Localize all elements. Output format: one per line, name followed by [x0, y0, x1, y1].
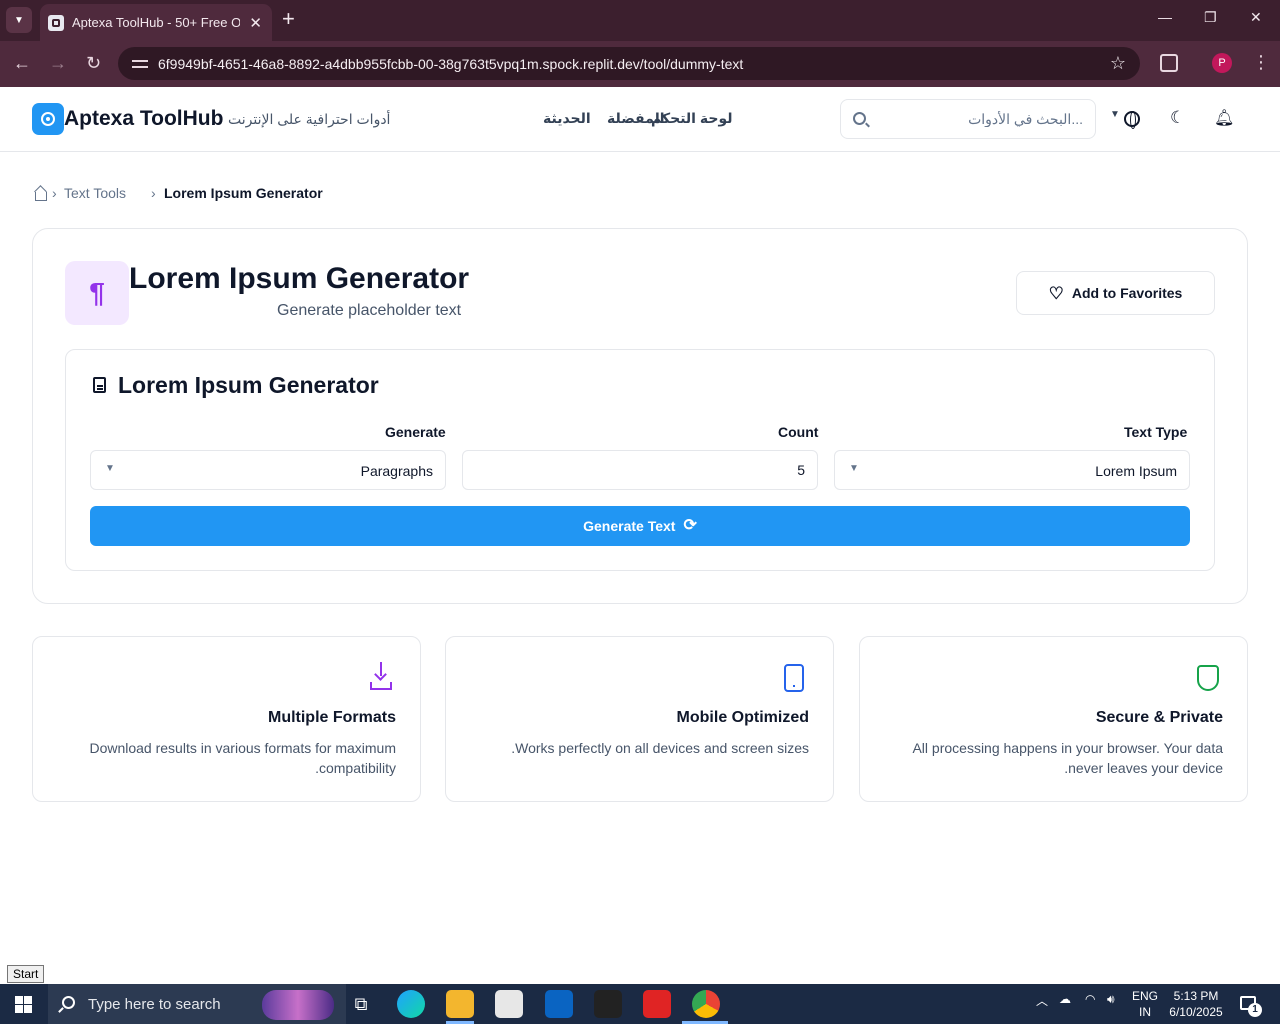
wifi-icon[interactable]: ◠	[1085, 992, 1095, 1006]
count-input[interactable]	[462, 450, 818, 490]
brand-name[interactable]: Aptexa ToolHub	[64, 107, 223, 131]
taskbar-search-text: Type here to search	[88, 996, 221, 1013]
language-indicator[interactable]: ENG IN	[1132, 988, 1158, 1020]
nav-favorites[interactable]: المفضلة	[607, 110, 665, 127]
chrome-icon[interactable]	[692, 990, 720, 1018]
mobile-icon	[779, 663, 809, 693]
profile-avatar[interactable]: P	[1212, 53, 1232, 73]
restore-icon[interactable]: ❐	[1204, 9, 1217, 26]
task-view-icon[interactable]: ⧉	[347, 990, 375, 1018]
volume-icon[interactable]: 🔊︎	[1107, 992, 1115, 1007]
generate-select[interactable]: Paragraphs ▼	[90, 450, 446, 490]
chevron-down-icon: ▼	[105, 463, 115, 474]
text-type-label: Text Type	[1124, 424, 1188, 440]
feature-title: Secure & Private	[1095, 709, 1223, 726]
pdf-icon[interactable]	[643, 990, 671, 1018]
globe-icon[interactable]	[1124, 111, 1140, 129]
refresh-icon: ⟳	[683, 517, 697, 534]
generate-button-label: Generate Text	[583, 518, 676, 534]
browser-toolbar: ← → ↻ 6f9949bf-4651-46a8-8892-a4dbb955fc…	[0, 41, 1280, 87]
breadcrumb-separator-icon: ›	[151, 185, 156, 201]
generate-label: Generate	[385, 424, 446, 440]
heart-icon: ♡	[1048, 283, 1064, 303]
tab-close-icon[interactable]: ✕	[249, 14, 262, 32]
breadcrumb-separator-icon: ›	[52, 185, 57, 201]
notification-badge: 1	[1248, 1003, 1262, 1017]
favorites-label: Add to Favorites	[1071, 285, 1183, 301]
search-icon	[62, 996, 75, 1009]
tab-title: Aptexa ToolHub - 50+ Free Onl	[72, 15, 240, 30]
chevron-down-icon: ▼	[849, 463, 859, 474]
tab-favicon-icon	[48, 14, 64, 31]
url-text[interactable]: 6f9949bf-4651-46a8-8892-a4dbb955fcbb-00-…	[158, 56, 743, 72]
windows-taskbar: Type here to search ⧉ ︿ ☁ ◠ 🔊︎ ENG IN 5:…	[0, 984, 1280, 1024]
browser-menu-icon[interactable]: ⋮	[1252, 52, 1270, 72]
moon-icon[interactable]: ☾	[1170, 108, 1185, 128]
store-icon[interactable]	[495, 990, 523, 1018]
bell-icon[interactable]: 🔔︎	[1214, 108, 1234, 128]
minimize-icon[interactable]: —	[1158, 9, 1172, 25]
text-type-value: Lorem Ipsum	[1095, 463, 1177, 479]
breadcrumb-text-tools[interactable]: Text Tools	[64, 185, 126, 201]
brand-tagline: أدوات احترافية على الإنترنت	[228, 111, 391, 127]
page-title: Lorem Ipsum Generator	[129, 262, 470, 295]
app-header: Aptexa ToolHub أدوات احترافية على الإنتر…	[0, 87, 1280, 152]
show-hidden-icons-icon[interactable]: ︿	[1036, 992, 1048, 1009]
cloud-icon[interactable]: ☁	[1059, 992, 1071, 1006]
start-tooltip: Start	[7, 965, 45, 983]
outlook-icon[interactable]	[545, 990, 573, 1018]
feature-card-secure: Secure & Private All processing happens …	[859, 636, 1248, 802]
address-bar[interactable]: 6f9949bf-4651-46a8-8892-a4dbb955fcbb-00-…	[118, 47, 1140, 80]
feature-description: Download results in various formats for …	[89, 740, 396, 776]
count-label: Count	[778, 424, 819, 440]
feature-card-mobile: Mobile Optimized .Works perfectly on all…	[445, 636, 834, 802]
windows-start-icon[interactable]	[15, 996, 32, 1013]
page-subtitle: Generate placeholder text	[277, 302, 462, 319]
file-explorer-icon[interactable]	[446, 990, 474, 1018]
breadcrumb-current: Lorem Ipsum Generator	[164, 185, 323, 201]
generate-text-button[interactable]: Generate Text ⟳	[90, 506, 1190, 546]
back-arrow-icon[interactable]: ←	[13, 53, 31, 73]
search-icon	[853, 112, 866, 125]
new-tab-icon[interactable]: +	[282, 8, 295, 30]
feature-description: .Works perfectly on all devices and scre…	[511, 740, 809, 756]
language-chevron-down-icon[interactable]: ▼	[1110, 109, 1120, 120]
close-window-icon[interactable]: ✕	[1250, 9, 1262, 26]
app-icon[interactable]	[594, 990, 622, 1018]
feature-description: All processing happens in your browser. …	[912, 740, 1223, 776]
browser-tab[interactable]: Aptexa ToolHub - 50+ Free Onl ✕	[40, 4, 272, 41]
feature-title: Mobile Optimized	[676, 709, 809, 726]
feature-title: Multiple Formats	[267, 709, 396, 726]
generate-value: Paragraphs	[360, 463, 433, 479]
feature-card-formats: Multiple Formats Download results in var…	[32, 636, 421, 802]
clock[interactable]: 5:13 PM 6/10/2025	[1168, 988, 1224, 1020]
shield-icon	[1193, 663, 1223, 693]
bookmark-star-icon[interactable]: ☆	[1110, 53, 1126, 74]
logo-icon[interactable]	[32, 103, 64, 135]
reload-icon[interactable]: ↻	[86, 53, 101, 73]
search-box[interactable]	[840, 99, 1096, 139]
pilcrow-icon: ¶	[65, 261, 129, 325]
home-icon[interactable]	[33, 187, 47, 201]
extensions-icon[interactable]	[1160, 54, 1178, 72]
search-input[interactable]	[883, 111, 1083, 127]
nav-recent[interactable]: الحديثة	[543, 110, 591, 127]
edge-icon[interactable]	[397, 990, 425, 1018]
site-info-icon[interactable]	[132, 57, 148, 71]
download-icon	[366, 662, 396, 693]
forward-arrow-icon[interactable]: →	[49, 53, 67, 73]
add-to-favorites-button[interactable]: ♡ Add to Favorites	[1016, 271, 1215, 315]
tab-list-chevron-icon[interactable]: ▼	[6, 7, 32, 33]
text-type-select[interactable]: Lorem Ipsum ▼	[834, 450, 1190, 490]
generator-title: Lorem Ipsum Generator	[118, 372, 379, 398]
search-highlight-image	[262, 990, 334, 1020]
browser-tab-bar: ▼ Aptexa ToolHub - 50+ Free Onl ✕ + — ❐ …	[0, 0, 1280, 41]
document-icon	[93, 377, 106, 393]
